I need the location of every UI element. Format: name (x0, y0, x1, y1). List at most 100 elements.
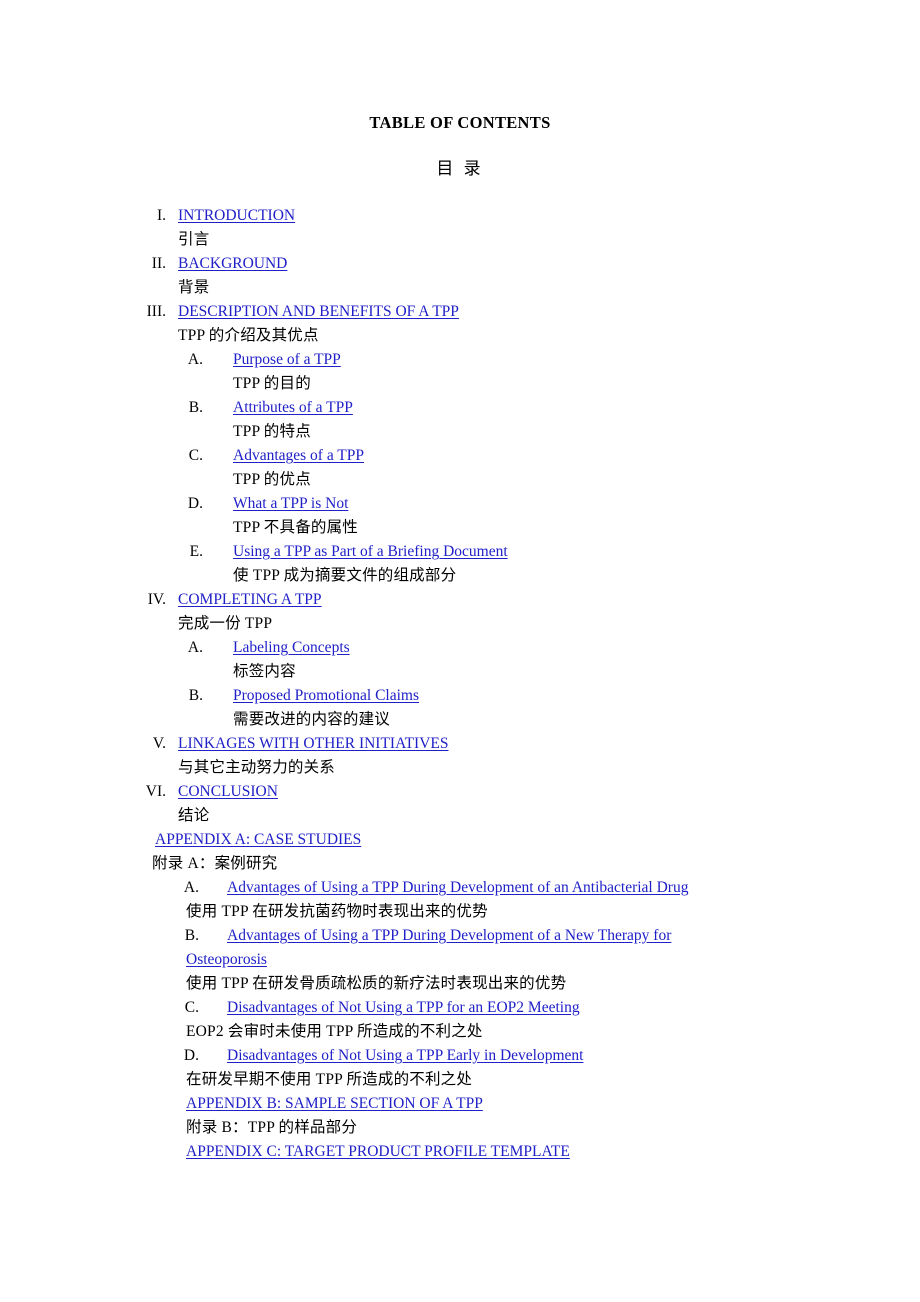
toc-link-case-study-osteoporosis-continued[interactable]: Osteoporosis (186, 948, 267, 972)
toc-translation-background: 背景 (0, 276, 920, 300)
toc-link-advantages[interactable]: Advantages of a TPP (233, 444, 364, 468)
toc-translation-labeling-concepts: 标签内容 (0, 660, 920, 684)
toc-translation-attributes: TPP 的特点 (0, 420, 920, 444)
toc-entry-case-study-antibacterial: A. Advantages of Using a TPP During Deve… (0, 876, 920, 900)
toc-translation-briefing-document: 使 TPP 成为摘要文件的组成部分 (0, 564, 920, 588)
toc-entry-case-study-osteoporosis-wrap: Osteoporosis (0, 948, 920, 972)
page-title-chinese: 目 录 (436, 159, 484, 178)
toc-translation-text: 使用 TPP 在研发骨质疏松质的新疗法时表现出来的优势 (186, 975, 567, 992)
toc-translation-appendix-b: 附录 B：TPP 的样品部分 (0, 1116, 920, 1140)
toc-translation-text: 在研发早期不使用 TPP 所造成的不利之处 (186, 1071, 473, 1088)
toc-entry-description-benefits: III. DESCRIPTION AND BENEFITS OF A TPP (0, 300, 920, 324)
toc-entry-attributes: B. Attributes of a TPP (0, 396, 920, 420)
toc-link-promotional-claims[interactable]: Proposed Promotional Claims (233, 684, 419, 708)
toc-entry-what-tpp-is-not: D. What a TPP is Not (0, 492, 920, 516)
subsection-letter: A. (187, 351, 203, 368)
section-numeral: III. (146, 303, 166, 320)
toc-entry-case-study-early-development: D. Disadvantages of Not Using a TPP Earl… (0, 1044, 920, 1068)
toc-entry-case-study-eop2: C. Disadvantages of Not Using a TPP for … (0, 996, 920, 1020)
toc-entry-completing-tpp: IV. COMPLETING A TPP (0, 588, 920, 612)
toc-translation-text: 结论 (178, 807, 210, 824)
toc-link-briefing-document[interactable]: Using a TPP as Part of a Briefing Docume… (233, 540, 508, 564)
toc-link-background[interactable]: BACKGROUND (178, 252, 287, 276)
toc-entry-linkages: V. LINKAGES WITH OTHER INITIATIVES (0, 732, 920, 756)
toc-entry-case-study-osteoporosis: B. Advantages of Using a TPP During Deve… (0, 924, 920, 948)
toc-entry-labeling-concepts: A. Labeling Concepts (0, 636, 920, 660)
subsection-letter: D. (187, 495, 203, 512)
toc-link-attributes[interactable]: Attributes of a TPP (233, 396, 353, 420)
toc-entry-purpose: A. Purpose of a TPP (0, 348, 920, 372)
toc-translation-what-tpp-is-not: TPP 不具备的属性 (0, 516, 920, 540)
subsection-letter: B. (184, 927, 199, 944)
toc-translation-text: TPP 的目的 (233, 375, 311, 392)
table-of-contents: I. INTRODUCTION 引言 II. BACKGROUND 背景 III… (0, 204, 920, 1164)
section-numeral: I. (156, 207, 166, 224)
toc-entry-advantages: C. Advantages of a TPP (0, 444, 920, 468)
toc-translation-appendix-a: 附录 A：案例研究 (0, 852, 920, 876)
toc-link-case-study-eop2[interactable]: Disadvantages of Not Using a TPP for an … (227, 996, 580, 1020)
toc-translation-description-benefits: TPP 的介绍及其优点 (0, 324, 920, 348)
toc-link-appendix-b[interactable]: APPENDIX B: SAMPLE SECTION OF A TPP (186, 1092, 483, 1116)
page-title: TABLE OF CONTENTS (369, 113, 551, 132)
toc-translation-case-study-eop2: EOP2 会审时未使用 TPP 所造成的不利之处 (0, 1020, 920, 1044)
toc-translation-promotional-claims: 需要改进的内容的建议 (0, 708, 920, 732)
toc-translation-purpose: TPP 的目的 (0, 372, 920, 396)
toc-translation-text: TPP 的介绍及其优点 (178, 327, 319, 344)
toc-translation-advantages: TPP 的优点 (0, 468, 920, 492)
toc-translation-text: 附录 A：案例研究 (152, 855, 278, 872)
subsection-letter: B. (188, 399, 203, 416)
section-numeral: II. (151, 255, 166, 272)
toc-translation-text: 附录 B：TPP 的样品部分 (186, 1119, 358, 1136)
toc-translation-text: 标签内容 (233, 663, 296, 680)
section-numeral: V. (152, 735, 166, 752)
toc-link-appendix-c[interactable]: APPENDIX C: TARGET PRODUCT PROFILE TEMPL… (186, 1140, 570, 1164)
toc-translation-case-study-antibacterial: 使用 TPP 在研发抗菌药物时表现出来的优势 (0, 900, 920, 924)
toc-translation-text: EOP2 会审时未使用 TPP 所造成的不利之处 (186, 1023, 483, 1040)
subsection-letter: C. (184, 999, 199, 1016)
subsection-letter: E. (189, 543, 203, 560)
toc-entry-appendix-c: APPENDIX C: TARGET PRODUCT PROFILE TEMPL… (0, 1140, 920, 1164)
toc-entry-appendix-b: APPENDIX B: SAMPLE SECTION OF A TPP (0, 1092, 920, 1116)
toc-translation-text: 引言 (178, 231, 210, 248)
toc-translation-text: TPP 不具备的属性 (233, 519, 359, 536)
section-numeral: IV. (147, 591, 166, 608)
toc-translation-completing-tpp: 完成一份 TPP (0, 612, 920, 636)
document-page: TABLE OF CONTENTS 目 录 I. INTRODUCTION 引言… (0, 0, 920, 1302)
toc-link-case-study-antibacterial[interactable]: Advantages of Using a TPP During Develop… (227, 876, 688, 900)
toc-entry-briefing-document: E. Using a TPP as Part of a Briefing Doc… (0, 540, 920, 564)
toc-translation-text: TPP 的优点 (233, 471, 311, 488)
toc-translation-text: 需要改进的内容的建议 (233, 711, 391, 728)
toc-link-labeling-concepts[interactable]: Labeling Concepts (233, 636, 350, 660)
toc-translation-text: 使用 TPP 在研发抗菌药物时表现出来的优势 (186, 903, 488, 920)
toc-link-case-study-early-development[interactable]: Disadvantages of Not Using a TPP Early i… (227, 1044, 583, 1068)
toc-translation-introduction: 引言 (0, 228, 920, 252)
toc-translation-text: 完成一份 TPP (178, 615, 273, 632)
subsection-letter: B. (188, 687, 203, 704)
section-numeral: VI. (145, 783, 166, 800)
toc-entry-conclusion: VI. CONCLUSION (0, 780, 920, 804)
toc-link-description-benefits[interactable]: DESCRIPTION AND BENEFITS OF A TPP (178, 300, 459, 324)
subsection-letter: A. (183, 879, 199, 896)
toc-translation-case-study-osteoporosis: 使用 TPP 在研发骨质疏松质的新疗法时表现出来的优势 (0, 972, 920, 996)
subsection-letter: C. (188, 447, 203, 464)
toc-link-case-study-osteoporosis[interactable]: Advantages of Using a TPP During Develop… (227, 924, 671, 948)
subsection-letter: D. (183, 1047, 199, 1064)
toc-entry-appendix-a: APPENDIX A: CASE STUDIES (0, 828, 920, 852)
toc-link-linkages[interactable]: LINKAGES WITH OTHER INITIATIVES (178, 732, 449, 756)
toc-translation-text: 与其它主动努力的关系 (178, 759, 336, 776)
toc-translation-text: 使 TPP 成为摘要文件的组成部分 (233, 567, 457, 584)
subsection-letter: A. (187, 639, 203, 656)
toc-translation-linkages: 与其它主动努力的关系 (0, 756, 920, 780)
toc-link-completing-tpp[interactable]: COMPLETING A TPP (178, 588, 322, 612)
toc-entry-introduction: I. INTRODUCTION (0, 204, 920, 228)
toc-entry-promotional-claims: B. Proposed Promotional Claims (0, 684, 920, 708)
toc-link-purpose[interactable]: Purpose of a TPP (233, 348, 341, 372)
toc-translation-conclusion: 结论 (0, 804, 920, 828)
toc-translation-text: 背景 (178, 279, 210, 296)
toc-link-what-tpp-is-not[interactable]: What a TPP is Not (233, 492, 348, 516)
toc-link-conclusion[interactable]: CONCLUSION (178, 780, 278, 804)
toc-link-introduction[interactable]: INTRODUCTION (178, 204, 295, 228)
toc-translation-case-study-early-development: 在研发早期不使用 TPP 所造成的不利之处 (0, 1068, 920, 1092)
toc-link-appendix-a[interactable]: APPENDIX A: CASE STUDIES (155, 828, 361, 852)
toc-translation-text: TPP 的特点 (233, 423, 311, 440)
